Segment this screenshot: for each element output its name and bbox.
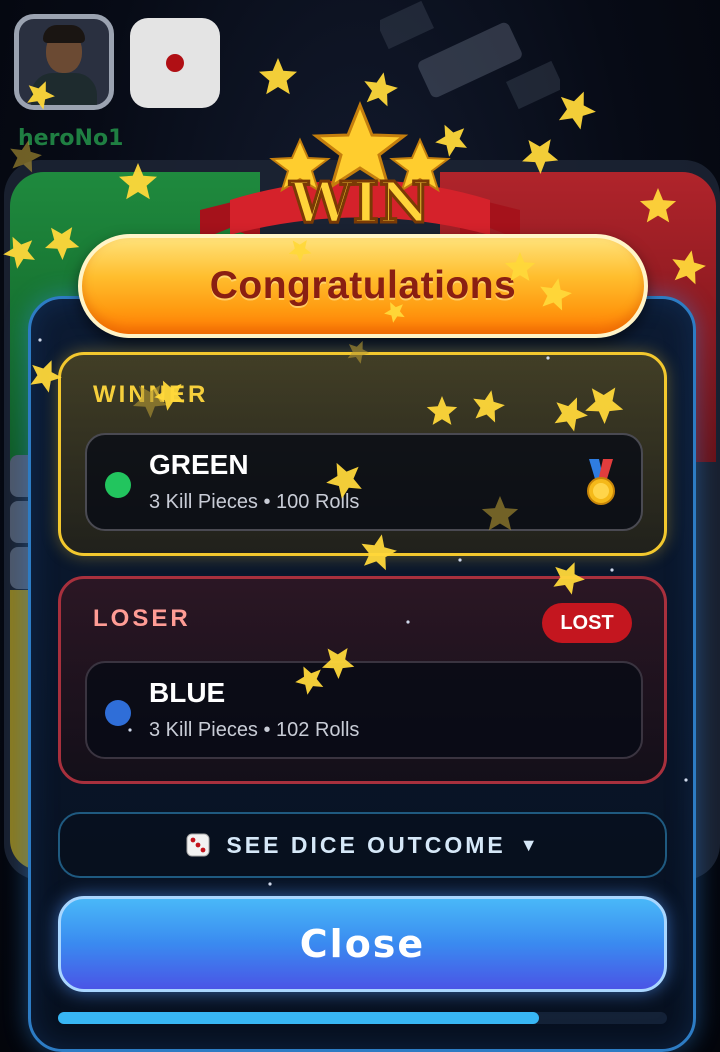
dice-button[interactable] (130, 18, 220, 108)
loser-heading: LOSER (93, 605, 191, 632)
winner-card: WINNER GREEN 3 Kill Pieces • 100 Rolls (58, 352, 667, 556)
avatar-hair (43, 25, 85, 43)
player-name: heroNo1 (18, 126, 124, 151)
winner-color-name: GREEN (149, 449, 249, 480)
avatar-body (31, 73, 97, 105)
congratulations-title: Congratulations (209, 264, 517, 307)
dice-one-icon (166, 54, 184, 72)
see-dice-outcome-button[interactable]: SEE DICE OUTCOME ▼ (58, 812, 667, 878)
win-banner-text: WIN (289, 170, 430, 236)
congratulations-banner: Congratulations (78, 234, 648, 338)
loser-player-row: BLUE 3 Kill Pieces • 102 Rolls (85, 661, 643, 759)
winner-player-row: GREEN 3 Kill Pieces • 100 Rolls (85, 433, 643, 531)
auto-close-timer-bar (58, 1012, 667, 1024)
close-button[interactable]: Close (58, 896, 667, 992)
timer-fill (58, 1012, 540, 1024)
loser-stats: 3 Kill Pieces • 102 Rolls (149, 719, 360, 741)
chevron-down-icon: ▼ (519, 834, 541, 855)
see-dice-outcome-label: SEE DICE OUTCOME (226, 831, 506, 858)
gold-medal-icon (587, 459, 615, 505)
dice-icon (186, 833, 210, 857)
loser-color-name: BLUE (149, 677, 226, 708)
winner-heading: WINNER (93, 381, 209, 408)
player-avatar[interactable] (14, 14, 114, 110)
win-banner: WIN (200, 100, 520, 240)
winner-stats: 3 Kill Pieces • 100 Rolls (149, 491, 360, 513)
blue-dot-icon (105, 700, 131, 726)
green-dot-icon (105, 472, 131, 498)
loser-card: LOSER LOST BLUE 3 Kill Pieces • 102 Roll… (58, 576, 667, 784)
lost-badge: LOST (542, 603, 632, 643)
